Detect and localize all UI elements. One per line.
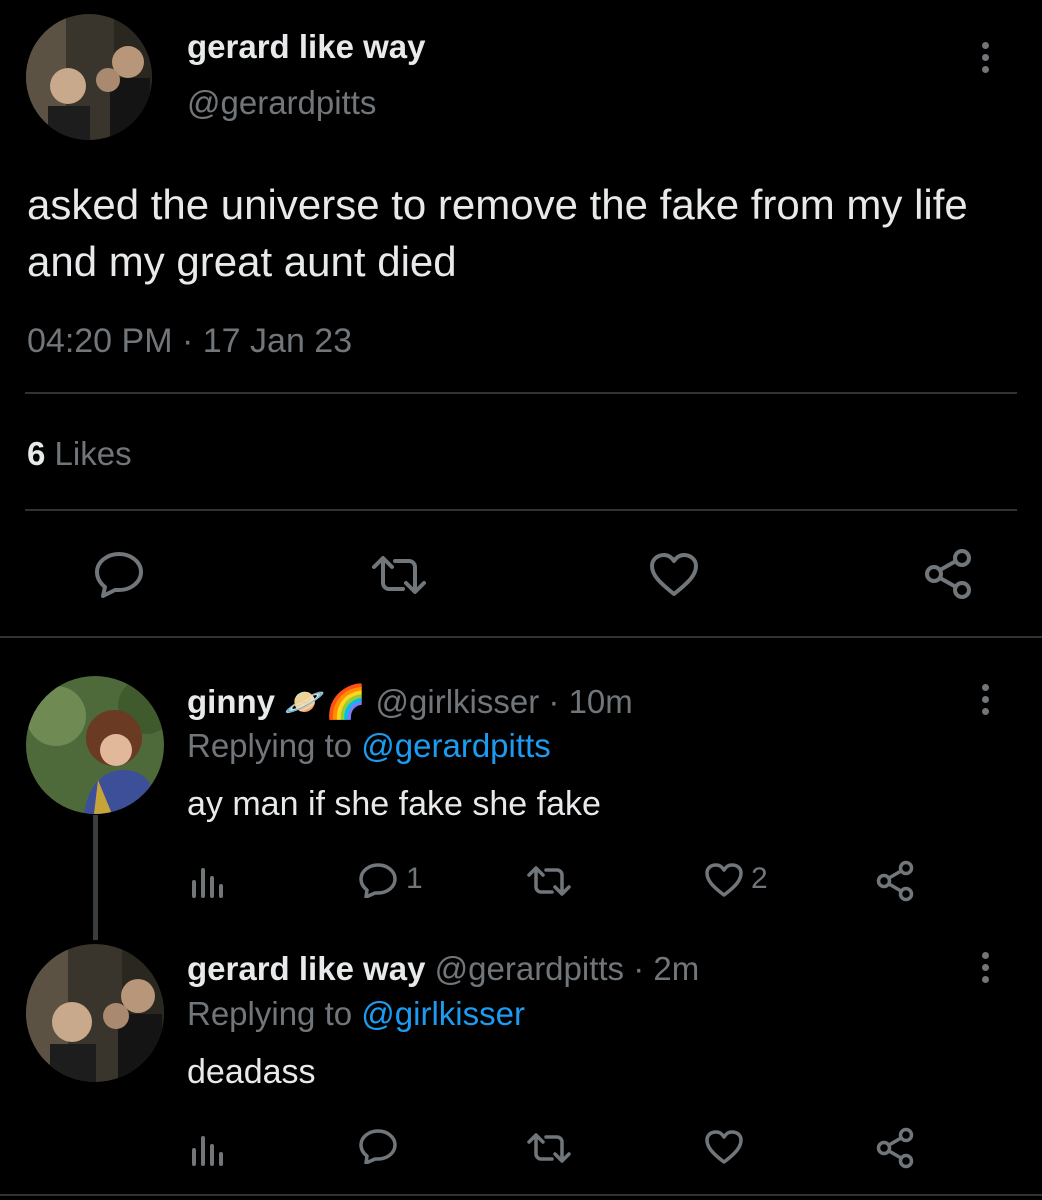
replying-label: Replying to <box>187 995 353 1032</box>
reply-author-name[interactable]: gerard like way <box>187 950 425 987</box>
analytics-icon[interactable] <box>190 1130 226 1166</box>
divider <box>25 509 1017 511</box>
retweet-icon[interactable] <box>526 1131 572 1165</box>
author-name[interactable]: gerard like way <box>187 28 425 66</box>
like-count: 2 <box>751 862 768 895</box>
retweet-icon[interactable] <box>526 864 572 898</box>
more-icon[interactable] <box>982 42 989 73</box>
replying-to: Replying to @girlkisser <box>187 995 525 1033</box>
reply-text: deadass <box>187 1053 316 1091</box>
dot-separator: · <box>548 683 560 720</box>
replying-label: Replying to <box>187 727 353 764</box>
replying-to: Replying to @gerardpitts <box>187 727 551 765</box>
likes-label: Likes <box>54 435 132 472</box>
analytics-icon[interactable] <box>190 862 226 898</box>
reply-header: ginny 🪐🌈 @girlkisser · 10m <box>187 683 633 722</box>
heart-icon[interactable] <box>649 552 699 598</box>
share-icon[interactable] <box>874 1127 916 1169</box>
replying-handle[interactable]: @girlkisser <box>361 995 525 1032</box>
dot-separator: · <box>633 950 645 987</box>
share-icon[interactable] <box>922 548 974 600</box>
more-icon[interactable] <box>982 684 989 715</box>
reply-icon[interactable] <box>93 550 145 598</box>
tweet-date: 17 Jan 23 <box>202 322 353 360</box>
heart-icon[interactable] <box>704 1129 744 1165</box>
divider <box>0 636 1042 638</box>
reply-header: gerard like way @gerardpitts · 2m <box>187 950 699 988</box>
tweet-time: 04:20 PM <box>27 322 173 360</box>
reply-text: ay man if she fake she fake <box>187 785 601 823</box>
replying-handle[interactable]: @gerardpitts <box>361 727 550 764</box>
name-emojis: 🪐🌈 <box>284 683 367 720</box>
likes-count: 6 <box>27 435 46 472</box>
share-icon[interactable] <box>874 860 916 902</box>
reply-avatar[interactable] <box>26 676 164 814</box>
tweet-timestamp: 04:20 PM · 17 Jan 23 <box>27 322 352 361</box>
heart-icon[interactable] <box>704 862 744 898</box>
reply-avatar[interactable] <box>26 944 164 1082</box>
date-separator: · <box>181 322 194 360</box>
reply-icon[interactable] <box>358 862 398 898</box>
reply-author-name[interactable]: ginny <box>187 683 275 720</box>
author-handle[interactable]: @gerardpitts <box>187 84 376 122</box>
tweet-text: asked the universe to remove the fake fr… <box>27 181 968 285</box>
reply-author-handle[interactable]: @girlkisser <box>376 683 540 720</box>
reply-count: 1 <box>406 862 423 895</box>
thread-line <box>93 815 98 940</box>
reply-time: 2m <box>653 950 700 987</box>
divider <box>0 1194 1042 1196</box>
reply-time: 10m <box>568 683 633 720</box>
author-avatar[interactable] <box>26 14 152 140</box>
reply-author-handle[interactable]: @gerardpitts <box>435 950 624 987</box>
likes-stat[interactable]: 6 Likes <box>27 435 132 473</box>
retweet-icon[interactable] <box>370 553 428 597</box>
reply-icon[interactable] <box>358 1128 398 1164</box>
more-icon[interactable] <box>982 952 989 983</box>
divider <box>25 392 1017 394</box>
